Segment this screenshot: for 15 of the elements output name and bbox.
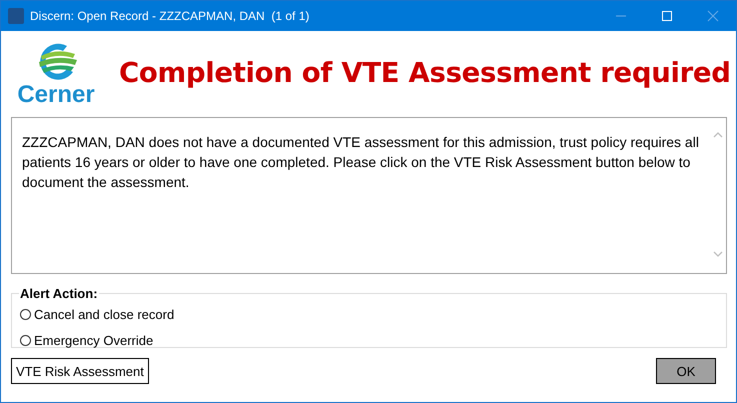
option-label[interactable]: Emergency Override <box>34 332 154 348</box>
window-title: Discern: Open Record - ZZZCAPMAN, DAN (1 of 1) <box>30 9 310 23</box>
radio-button[interactable] <box>20 308 31 320</box>
radio-button[interactable] <box>20 334 31 346</box>
app-icon <box>8 8 24 24</box>
scroll-down-icon[interactable] <box>712 251 722 257</box>
logo-text: Cerner <box>17 82 95 108</box>
ok-button[interactable]: OK <box>656 358 716 384</box>
message-text: ZZZCAPMAN, DAN does not have a documented VTE assessment for this admission, trust policy requires all patients 16 years or older to have one completed. Please click on the VTE Risk Assessment button below to document the assessment. <box>21 133 700 192</box>
risk-assessment-button[interactable]: VTE Risk Assessment <box>11 358 149 384</box>
option-label[interactable]: Cancel and close record <box>34 306 174 322</box>
maximize-icon[interactable] <box>661 10 673 22</box>
scroll-up-icon[interactable] <box>712 132 722 138</box>
group-label: Alert Action: <box>19 286 99 301</box>
alert-heading: Completion of VTE Assessment required <box>119 57 731 89</box>
